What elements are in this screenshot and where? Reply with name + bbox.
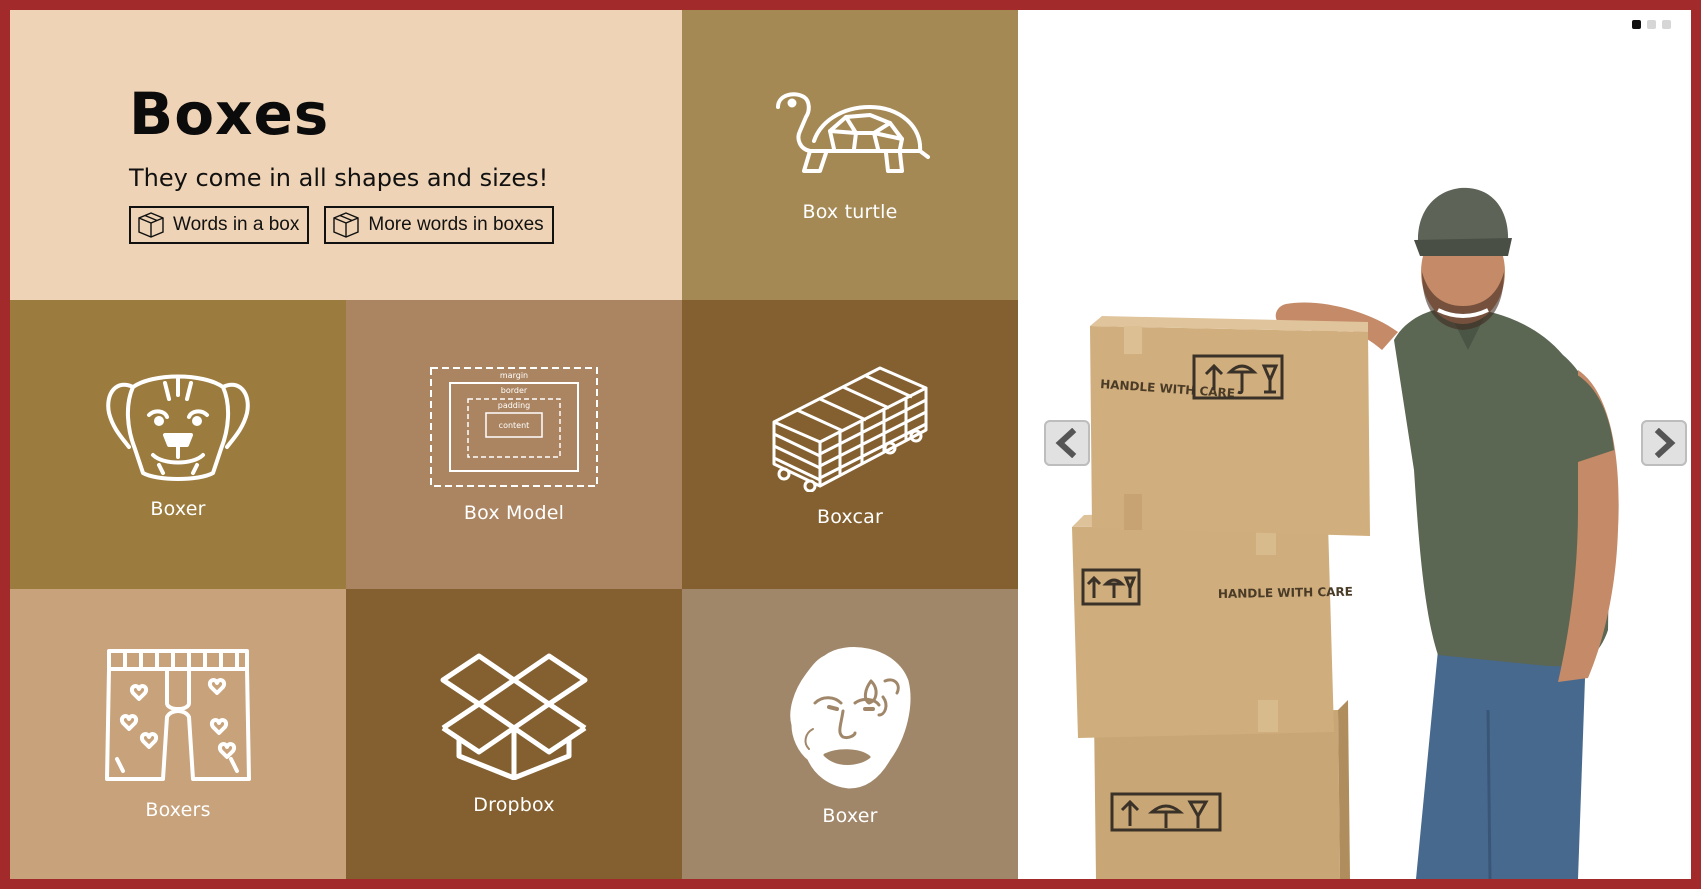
tile-box-turtle[interactable]: Box turtle xyxy=(682,10,1018,300)
hero-buttons: Words in a box More words in boxes xyxy=(129,206,554,244)
tile-label: Box Model xyxy=(463,501,565,524)
carousel-prev-button[interactable] xyxy=(1044,420,1090,466)
tile-box-model[interactable]: margin border padding content Box Model xyxy=(346,300,682,589)
button-label: More words in boxes xyxy=(368,214,544,235)
tile-grid: Boxes They come in all shapes and sizes!… xyxy=(10,10,1018,879)
tile-label: Dropbox xyxy=(473,794,555,816)
boxer-face-icon xyxy=(790,647,911,789)
boxer-dog-icon xyxy=(106,374,250,481)
page-frame: Boxes They come in all shapes and sizes!… xyxy=(10,10,1691,879)
words-in-a-box-button[interactable]: Words in a box xyxy=(129,206,310,244)
tile-label: Boxers xyxy=(145,799,211,821)
tile-label: Boxer xyxy=(150,498,206,520)
box-label-middle: HANDLE WITH CARE xyxy=(1218,585,1353,601)
box-icon xyxy=(138,212,164,238)
page-subtitle: They come in all shapes and sizes! xyxy=(129,164,549,192)
tile-label: Boxer xyxy=(822,805,878,827)
box-model-padding-label: padding xyxy=(498,401,531,410)
boxer-shorts-icon xyxy=(105,649,251,781)
delivery-man-photo: HANDLE WITH CARE HANDLE WITH CARE xyxy=(1072,187,1619,879)
tile-label: Boxcar xyxy=(816,505,884,528)
chevron-right-icon xyxy=(1654,428,1676,458)
tile-boxers[interactable]: Boxers xyxy=(10,589,346,879)
carousel-next-button[interactable] xyxy=(1641,420,1687,466)
tile-label: Box turtle xyxy=(802,201,898,223)
box-model-margin-label: margin xyxy=(500,371,528,380)
box-icon xyxy=(333,212,360,238)
tile-dropbox[interactable]: Dropbox xyxy=(346,589,682,879)
more-words-in-boxes-button[interactable]: More words in boxes xyxy=(324,206,554,244)
tile-boxer[interactable]: Boxer xyxy=(10,300,346,589)
page-title: Boxes xyxy=(129,80,330,148)
tile-boxcar[interactable]: Boxcar xyxy=(682,300,1018,589)
turtle-icon xyxy=(776,92,930,173)
chevron-left-icon xyxy=(1055,428,1077,458)
box-model-content-label: content xyxy=(499,421,530,430)
boxcar-icon xyxy=(772,366,928,492)
dropbox-icon xyxy=(440,653,588,780)
button-label: Words in a box xyxy=(173,214,300,235)
hero-panel: Boxes They come in all shapes and sizes!… xyxy=(10,10,682,300)
box-model-border-label: border xyxy=(501,386,528,395)
image-carousel: HANDLE WITH CARE HANDLE WITH CARE xyxy=(1018,10,1691,879)
box-model-icon: margin border padding content xyxy=(430,366,598,487)
tile-boxer-portrait[interactable]: Boxer xyxy=(682,589,1018,879)
